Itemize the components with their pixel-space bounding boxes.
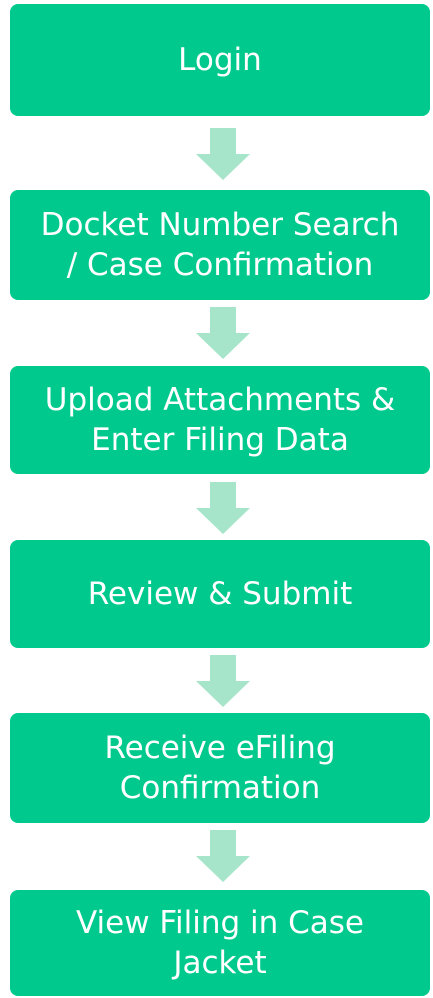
step-review-submit: Review & Submit (10, 540, 430, 648)
step-label: Docket Number Search / Case Confirmation (40, 207, 400, 283)
step-label: Upload Attachments & Enter Filing Data (44, 382, 396, 458)
step-login: Login (10, 4, 430, 116)
step-docket-search: Docket Number Search / Case Confirmation (10, 190, 430, 300)
step-upload-attachments: Upload Attachments & Enter Filing Data (10, 366, 430, 474)
step-label: View Filing in Case Jacket (76, 905, 364, 981)
step-view-filing: View Filing in Case Jacket (10, 890, 430, 996)
down-arrow-icon (196, 128, 250, 180)
step-receive-confirmation: Receive eFiling Confirmation (10, 713, 430, 823)
down-arrow-icon (196, 830, 250, 882)
down-arrow-icon (196, 307, 250, 359)
step-label: Login (178, 42, 262, 78)
down-arrow-icon (196, 655, 250, 707)
step-label: Review & Submit (87, 576, 353, 612)
step-label: Receive eFiling Confirmation (104, 730, 336, 806)
down-arrow-icon (196, 482, 250, 534)
